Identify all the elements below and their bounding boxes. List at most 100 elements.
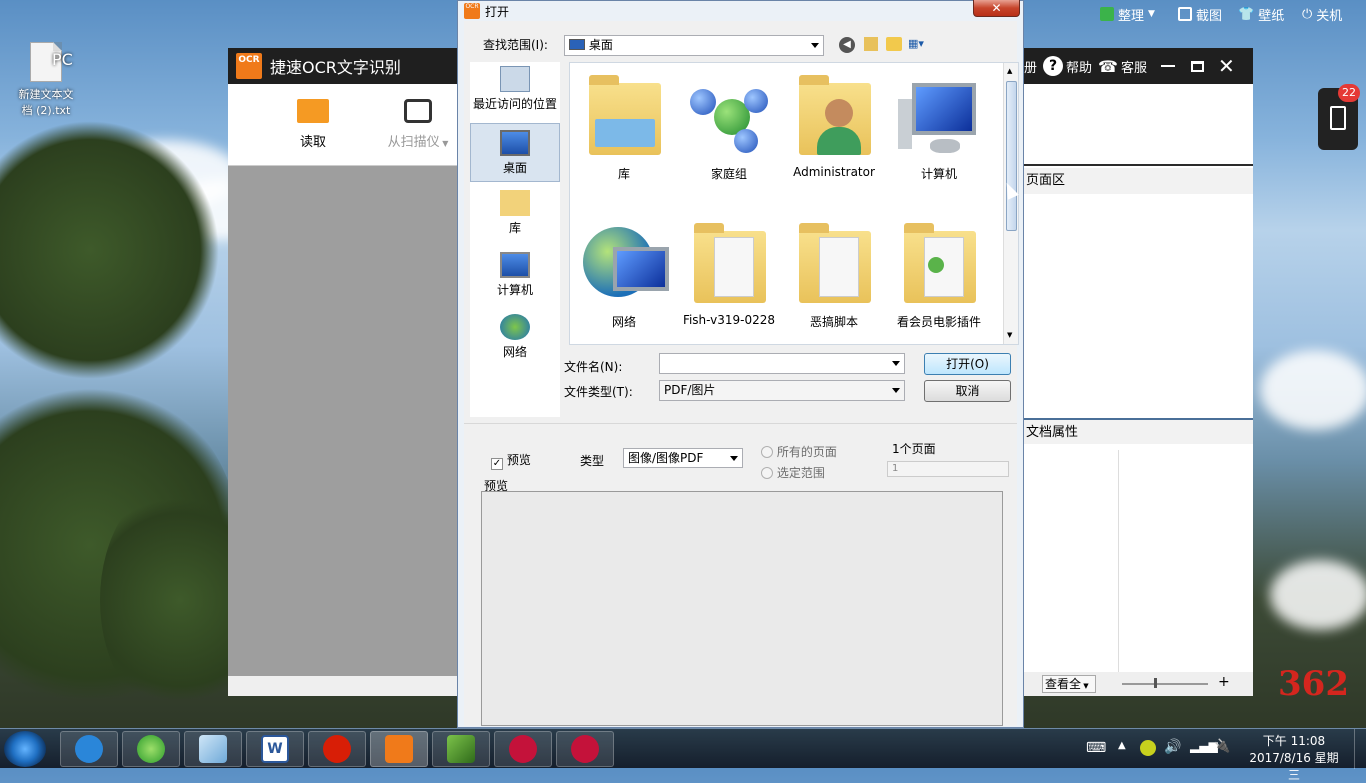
place-network-label: 网络: [502, 345, 527, 359]
place-recent[interactable]: 最近访问的位置: [470, 66, 560, 112]
tool-organize[interactable]: 整理 ▼: [1100, 2, 1155, 26]
desktop-file-label: 新建文本文 档 (2).txt: [18, 88, 74, 117]
maximize-icon[interactable]: [1190, 60, 1204, 72]
keyboard-icon[interactable]: ⌨: [1086, 740, 1106, 756]
zoom-slider[interactable]: [1122, 683, 1208, 685]
close-icon[interactable]: ✕: [1218, 54, 1235, 78]
chevron-down-icon: ▼: [1081, 682, 1089, 690]
desktop-icon: [500, 130, 530, 156]
file-item-library[interactable]: 库: [572, 69, 676, 182]
taskbar-browser[interactable]: [122, 731, 180, 767]
ocr-right-toolbar: [1024, 84, 1253, 166]
battery-icon: [1330, 106, 1346, 130]
taskbar-app-2[interactable]: [556, 731, 614, 767]
security-icon[interactable]: [1140, 740, 1156, 756]
tool-wallpaper[interactable]: 👕 壁纸: [1238, 2, 1284, 26]
computer-icon: [894, 69, 984, 161]
tool-screenshot[interactable]: 截图: [1178, 2, 1222, 26]
type-select[interactable]: 图像/图像PDF: [623, 448, 743, 468]
ocr-titlebar: OCR 捷速OCR文字识别: [228, 48, 458, 84]
ocr-right-titlebar: 册 ? 帮助 ☎ 客服 ✕: [1024, 48, 1253, 84]
show-desktop-button[interactable]: [1354, 729, 1366, 769]
filename-input[interactable]: [659, 353, 905, 374]
taskbar-app-1[interactable]: [494, 731, 552, 767]
read-button[interactable]: 读取: [278, 94, 348, 150]
up-folder-icon[interactable]: [864, 37, 878, 51]
place-library-label: 库: [508, 221, 521, 235]
select-range-radio[interactable]: 选定范围: [761, 464, 825, 481]
radio-icon: [761, 446, 773, 458]
file-item-label: 恶搞脚本: [809, 315, 858, 329]
scrollbar-thumb[interactable]: [1006, 81, 1017, 231]
file-item-fish[interactable]: Fish-v319-0228: [677, 217, 781, 327]
range-input[interactable]: 1: [887, 461, 1009, 477]
register-link[interactable]: 册: [1024, 57, 1037, 76]
taskbar-word[interactable]: W: [246, 731, 304, 767]
place-desktop[interactable]: 桌面: [470, 123, 560, 182]
filetype-select[interactable]: PDF/图片: [659, 380, 905, 401]
volume-icon[interactable]: 🔊: [1164, 739, 1181, 755]
new-folder-icon[interactable]: [886, 37, 902, 51]
chevron-down-icon: ▼: [439, 139, 449, 148]
view-menu-icon[interactable]: ▦▾: [908, 37, 932, 51]
all-pages-radio[interactable]: 所有的页面: [761, 443, 837, 460]
taskbar-baidu-cloud[interactable]: [60, 731, 118, 767]
start-button[interactable]: [4, 731, 46, 767]
scroll-down-icon[interactable]: ▼: [1007, 331, 1012, 339]
taskbar-editor[interactable]: [432, 731, 490, 767]
place-library[interactable]: 库: [470, 190, 560, 236]
taskbar-notes[interactable]: [184, 731, 242, 767]
file-item-administrator[interactable]: Administrator: [782, 69, 886, 179]
tool-shutdown[interactable]: ⏻ 关机: [1302, 2, 1342, 26]
file-list-scrollbar[interactable]: ▲ ▼: [1003, 63, 1018, 344]
help-button[interactable]: ? 帮助: [1043, 56, 1092, 76]
page-count: 1个页面: [892, 442, 936, 456]
scanner-button[interactable]: 从扫描仪 ▼: [378, 94, 458, 150]
file-item-homegroup[interactable]: 家庭组: [677, 69, 781, 182]
power-icon: ⏻: [1302, 6, 1313, 22]
file-item-prank-scripts[interactable]: 恶搞脚本: [782, 217, 886, 330]
file-item-label: 家庭组: [710, 167, 747, 181]
place-computer[interactable]: 计算机: [470, 252, 560, 298]
notification-badge: 22: [1338, 84, 1360, 102]
service-button[interactable]: ☎ 客服: [1098, 57, 1147, 76]
radish-icon: [509, 735, 537, 763]
ocr-toolbar: 读取 从扫描仪 ▼: [228, 84, 458, 166]
cloud-icon: [75, 735, 103, 763]
desktop-small-icon: [569, 39, 585, 50]
file-list: 库 家庭组 Administrator 计算机 网络 Fish-v319-022…: [569, 62, 1019, 345]
service-label: 客服: [1120, 60, 1147, 76]
preview-checkbox[interactable]: ✓ 预览: [491, 451, 531, 470]
open-dialog: OCR 打开 ✕ 查找范围(I): 桌面 ◀ ▦▾ 最近访问的位置 桌面 库 计…: [457, 0, 1024, 728]
browser-icon: [137, 735, 165, 763]
taskbar-netease-music[interactable]: [308, 731, 366, 767]
view-all-select[interactable]: 查看全 ▼: [1042, 675, 1096, 693]
taskbar-ocr[interactable]: [370, 731, 428, 767]
file-item-network[interactable]: 网络: [572, 217, 676, 330]
show-hidden-icons[interactable]: ▲: [1118, 740, 1126, 751]
zoom-in-icon[interactable]: +: [1218, 674, 1230, 690]
cancel-button[interactable]: 取消: [924, 380, 1011, 402]
zoom-slider-thumb[interactable]: [1154, 678, 1157, 688]
ocr-app-title: 捷速OCR文字识别: [270, 58, 401, 77]
chevron-down-icon: [892, 361, 900, 366]
dialog-titlebar: OCR 打开 ✕: [458, 0, 1023, 21]
battery-widget[interactable]: 22: [1318, 84, 1360, 150]
look-in-select[interactable]: 桌面: [564, 35, 824, 56]
clock[interactable]: 下午 11:08 2017/8/16 星期三: [1244, 732, 1344, 783]
place-network[interactable]: 网络: [470, 314, 560, 360]
tool-shutdown-label: 关机: [1316, 8, 1343, 24]
minimize-icon[interactable]: [1160, 65, 1175, 67]
file-item-label: 网络: [611, 315, 636, 329]
radio-icon: [761, 467, 773, 479]
scroll-up-icon[interactable]: ▲: [1007, 67, 1012, 75]
power-plug-icon[interactable]: 🔌: [1214, 739, 1230, 754]
library-icon: [500, 190, 530, 216]
scanner-icon: [404, 99, 432, 123]
file-item-computer[interactable]: 计算机: [887, 69, 991, 182]
back-icon[interactable]: ◀: [839, 37, 855, 53]
dialog-close-button[interactable]: ✕: [973, 0, 1020, 17]
file-item-movie-plugin[interactable]: 看会员电影插件: [887, 217, 991, 330]
watermark-number: 362: [1278, 664, 1349, 704]
open-button[interactable]: 打开(O): [924, 353, 1011, 375]
